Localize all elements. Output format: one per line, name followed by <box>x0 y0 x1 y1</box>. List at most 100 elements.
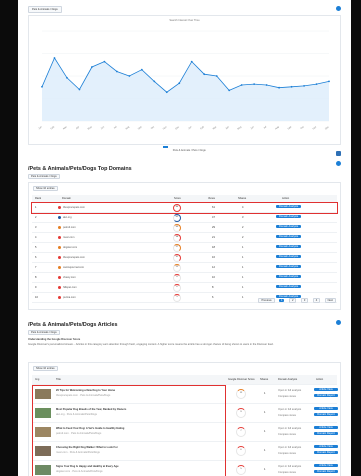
article-title-link[interactable]: 20 Tips for Welcoming a New Dog to Your … <box>56 389 221 392</box>
domain-analysis-link[interactable]: Open in full analysis <box>278 465 312 468</box>
domain-analysis-button[interactable]: Domain Analysis <box>276 275 302 278</box>
domain-link[interactable]: hillspet.com <box>63 286 77 289</box>
rank-cell: 3 <box>35 226 37 229</box>
data-point <box>228 89 231 92</box>
article-thumbnail[interactable] <box>35 389 51 399</box>
domain-link[interactable]: petmd.com <box>63 226 76 229</box>
article-title-link[interactable]: Signs Your Dog Is Happy and Healthy at E… <box>56 465 221 468</box>
domain-link[interactable]: thesprucepets.com <box>63 206 85 209</box>
pagination-next[interactable]: Next <box>324 298 336 303</box>
article-view-button[interactable]: Article View <box>314 388 338 391</box>
pagination-page-2[interactable]: 2 <box>288 298 297 303</box>
rank-cell: 4 <box>35 236 37 239</box>
col-domain[interactable]: Domain <box>62 197 71 200</box>
score-value: 8 <box>176 276 178 278</box>
data-point <box>290 85 293 88</box>
domain-link[interactable]: rover.com <box>63 236 74 239</box>
domain-analysis-link[interactable]: Open in full analysis <box>278 408 312 411</box>
domain-link[interactable]: akc.org <box>63 216 72 219</box>
data-point <box>128 75 131 77</box>
domain-link[interactable]: caninejournal.com <box>63 266 84 269</box>
domain-analysis-link[interactable]: Compare views <box>278 471 312 474</box>
article-view-button[interactable]: Article View <box>314 445 338 448</box>
domains-length-select[interactable]: Show 10 entries <box>33 186 58 191</box>
col-domain-analysis[interactable]: Domain Analysis <box>278 378 302 381</box>
article-view-button[interactable]: Article View <box>314 426 338 429</box>
domain-link[interactable]: purina.com <box>63 296 76 299</box>
articles-subtitle[interactable]: Pets & Animals / Dogs <box>28 330 60 335</box>
rank-cell: 8 <box>35 276 37 279</box>
col-shares[interactable]: Shares <box>260 378 268 381</box>
download-icon[interactable] <box>336 151 341 156</box>
domain-report-button[interactable]: Domain Report <box>314 451 338 454</box>
col-action[interactable]: Action <box>316 378 323 381</box>
article-title-link[interactable]: Most Popular Dog Breeds of the Year, Ran… <box>56 408 221 411</box>
chart-legend[interactable]: Pets & Animals / Pets / Dogs <box>29 138 340 156</box>
article-row: What to Feed Your Dog: A Vet's Guide to … <box>32 423 338 442</box>
article-thumbnail[interactable] <box>35 446 51 456</box>
x-tick-label: Oct <box>300 125 305 130</box>
col-score[interactable]: Score <box>174 197 181 200</box>
domain-analysis-link[interactable]: Compare views <box>278 452 312 455</box>
article-thumbnail[interactable] <box>35 427 51 437</box>
domain-analysis-button[interactable]: Domain Analysis <box>276 265 302 268</box>
article-title-link[interactable]: What to Feed Your Dog: A Vet's Guide to … <box>56 427 221 430</box>
domain-analysis-link[interactable]: Compare views <box>278 433 312 436</box>
domain-analysis-button[interactable]: Domain Analysis <box>276 235 302 238</box>
x-tick-label: Jul <box>113 125 118 130</box>
col-discover-score[interactable]: Google Discover Score <box>228 378 258 381</box>
table-row: 3 petmd.com 45 29 2 Domain Analysis <box>32 223 337 233</box>
data-point <box>203 73 206 76</box>
article-view-button[interactable]: Article View <box>314 464 338 467</box>
data-point <box>328 80 330 83</box>
domains-subtitle[interactable]: Pets & Animals / Dogs <box>28 174 60 179</box>
score-value: 62 <box>175 216 179 218</box>
domain-analysis-link[interactable]: Open in full analysis <box>278 446 312 449</box>
domain-analysis-link[interactable]: Compare views <box>278 395 312 398</box>
domain-link[interactable]: thesprucepets.com <box>63 256 85 259</box>
info-icon[interactable] <box>336 161 341 166</box>
pagination-page-3[interactable]: 3 <box>300 298 309 303</box>
views-cell: 8 <box>212 286 214 289</box>
info-icon[interactable] <box>336 320 341 325</box>
favicon-icon <box>58 276 61 279</box>
settings-icon[interactable] <box>336 6 341 11</box>
article-title-link[interactable]: Choosing the Right Dog Walker: What to L… <box>56 446 221 449</box>
x-tick-label: Sep <box>137 125 143 130</box>
favicon-icon <box>58 236 61 239</box>
domain-link[interactable]: chewy.com <box>63 276 76 279</box>
score-gauge: 8 <box>173 274 181 282</box>
pagination-prev[interactable]: Previous <box>258 298 275 303</box>
domain-analysis-button[interactable]: Domain Analysis <box>276 255 302 258</box>
domain-report-button[interactable]: Domain Report <box>314 470 338 473</box>
domain-analysis-link[interactable]: Open in full analysis <box>278 389 312 392</box>
domain-analysis-button[interactable]: Domain Analysis <box>276 245 302 248</box>
col-rank[interactable]: Rank <box>35 197 41 200</box>
pagination-page-1[interactable]: 1 <box>279 299 285 302</box>
domain-analysis-button[interactable]: Domain Analysis <box>276 215 302 218</box>
domain-report-button[interactable]: Domain Report <box>314 432 338 435</box>
col-img[interactable]: Img <box>35 378 39 381</box>
domain-analysis-button[interactable]: Domain Analysis <box>276 205 302 208</box>
domain-analysis-link[interactable]: Compare views <box>278 414 312 417</box>
shares-cell: 1 <box>242 286 244 289</box>
rank-cell: 1 <box>35 206 37 209</box>
domain-analysis-button[interactable]: Domain Analysis <box>276 225 302 228</box>
pagination-page-4[interactable]: 4 <box>312 298 321 303</box>
article-thumbnail[interactable] <box>35 408 51 418</box>
articles-length-select[interactable]: Show 10 entries <box>33 366 58 371</box>
article-view-button[interactable]: Article View <box>314 407 338 410</box>
top-filter-bar: Pets & Animals / Dogs <box>28 5 341 13</box>
domain-report-button[interactable]: Domain Report <box>314 413 338 416</box>
col-title[interactable]: Title <box>56 378 61 381</box>
col-shares[interactable]: Shares <box>238 197 246 200</box>
col-views[interactable]: Views <box>208 197 215 200</box>
domain-report-button[interactable]: Domain Report <box>314 394 338 397</box>
filter-chip[interactable]: Pets & Animals / Dogs <box>28 6 62 13</box>
favicon-icon <box>58 286 61 289</box>
domain-link[interactable]: dogster.com <box>63 246 77 249</box>
article-thumbnail[interactable] <box>35 465 51 475</box>
domain-analysis-link[interactable]: Open in full analysis <box>278 427 312 430</box>
col-action[interactable]: Action <box>282 197 289 200</box>
discover-score-gauge: 7 <box>236 427 246 437</box>
